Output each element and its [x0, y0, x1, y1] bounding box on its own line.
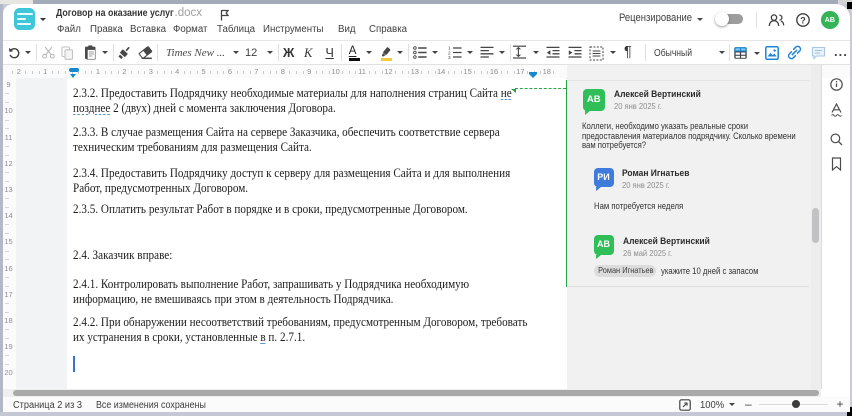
svg-text:?: ?: [800, 15, 806, 25]
svg-text:3: 3: [448, 55, 451, 59]
